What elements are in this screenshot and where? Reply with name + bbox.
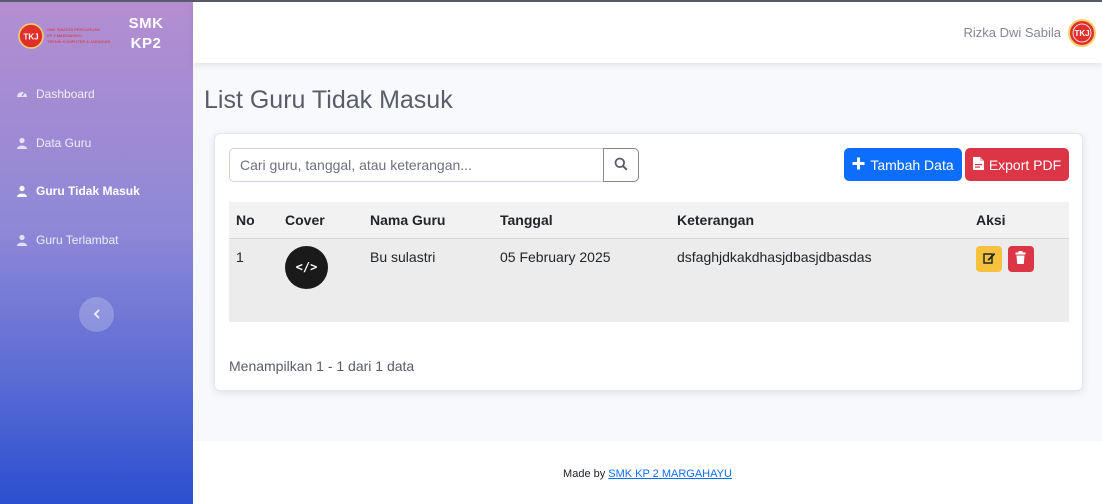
cell-no: 1 [236, 248, 244, 265]
delete-button[interactable] [1007, 245, 1034, 272]
col-header-keterangan: Keterangan [670, 202, 969, 239]
sidebar-item-label: Guru Tidak Masuk [36, 184, 140, 199]
chevron-left-icon [93, 306, 101, 324]
data-card: Tambah Data Export PDF No Cover Nama Gur… [214, 133, 1083, 391]
plus-icon [852, 157, 865, 173]
svg-text:TKJ: TKJ [1074, 29, 1089, 38]
col-header-no: No [229, 202, 278, 239]
user-icon [16, 137, 28, 149]
sidebar-item-label: Guru Terlambat [36, 232, 119, 247]
col-header-tanggal: Tanggal [493, 202, 670, 239]
pagination-info: Menampilkan 1 - 1 dari 1 data [229, 358, 415, 374]
user-icon [16, 234, 28, 246]
sidebar-item-label: Dashboard [36, 87, 95, 102]
table-row: 1 </> Bu sulastri 05 February 2025 dsfag… [229, 238, 1069, 322]
footer-prefix: Made by [563, 467, 606, 480]
footer: Made by SMK KP 2 MARGAHAYU [193, 441, 1102, 504]
sidebar-item-dashboard[interactable]: Dashboard [0, 70, 193, 119]
edit-icon [982, 251, 996, 267]
table-header-row: No Cover Nama Guru Tanggal Keterangan Ak… [229, 202, 1069, 239]
sidebar-item-guru-terlambat[interactable]: Guru Terlambat [0, 216, 193, 265]
code-icon: </> [285, 245, 328, 289]
col-header-aksi: Aksi [969, 202, 1069, 239]
cell-cover: </> [278, 238, 363, 322]
add-data-label: Tambah Data [870, 156, 954, 173]
search-input[interactable] [229, 148, 603, 182]
sidebar-nav: Dashboard Data Guru Guru Tidak Masuk Gur… [0, 70, 193, 264]
data-table: No Cover Nama Guru Tanggal Keterangan Ak… [229, 202, 1069, 322]
col-header-nama-guru: Nama Guru [363, 202, 493, 239]
avatar[interactable]: TKJ [1068, 18, 1096, 47]
svg-text:KP 2 MARGAHAYU: KP 2 MARGAHAYU [47, 33, 82, 38]
tachometer-icon [16, 88, 28, 100]
cell-nama-guru: Bu sulastri [370, 248, 436, 265]
file-pdf-icon [972, 156, 984, 173]
search-button[interactable] [603, 148, 639, 182]
search-group [229, 148, 639, 182]
brand[interactable]: TKJ SMK SWASTA PERGURUAN KP 2 MARGAHAYU … [0, 2, 193, 70]
page-title: List Guru Tidak Masuk [204, 86, 453, 114]
cell-keterangan: dsfaghjdkakdhasjdbasjdbasdas [677, 248, 872, 265]
svg-text:TKJ: TKJ [23, 33, 38, 42]
svg-text:TEKNIK KOMPUTER & JARINGAN: TEKNIK KOMPUTER & JARINGAN [47, 39, 110, 44]
user-icon [16, 185, 28, 198]
add-data-button[interactable]: Tambah Data [844, 148, 962, 181]
search-icon [614, 157, 628, 174]
export-pdf-label: Export PDF [988, 156, 1062, 173]
col-header-cover: Cover [278, 202, 363, 239]
topbar: Rizka Dwi Sabila TKJ [193, 2, 1102, 63]
sidebar-item-guru-tidak-masuk[interactable]: Guru Tidak Masuk [0, 167, 193, 216]
sidebar: TKJ SMK SWASTA PERGURUAN KP 2 MARGAHAYU … [0, 2, 193, 504]
sidebar-toggle-button[interactable] [79, 297, 114, 332]
cell-aksi [969, 238, 1069, 322]
export-pdf-button[interactable]: Export PDF [965, 148, 1069, 181]
footer-link[interactable]: SMK KP 2 MARGAHAYU [608, 468, 732, 480]
sidebar-item-data-guru[interactable]: Data Guru [0, 119, 193, 168]
user-name[interactable]: Rizka Dwi Sabila [963, 25, 1061, 40]
sidebar-item-label: Data Guru [36, 135, 92, 150]
svg-text:SMK SWASTA PERGURUAN: SMK SWASTA PERGURUAN [47, 27, 100, 32]
brand-name: SMK KP2 [128, 15, 164, 52]
trash-icon [1015, 250, 1026, 267]
school-logo: TKJ SMK SWASTA PERGURUAN KP 2 MARGAHAYU … [18, 21, 110, 51]
cell-tanggal: 05 February 2025 [500, 248, 611, 265]
edit-button[interactable] [976, 245, 1002, 272]
